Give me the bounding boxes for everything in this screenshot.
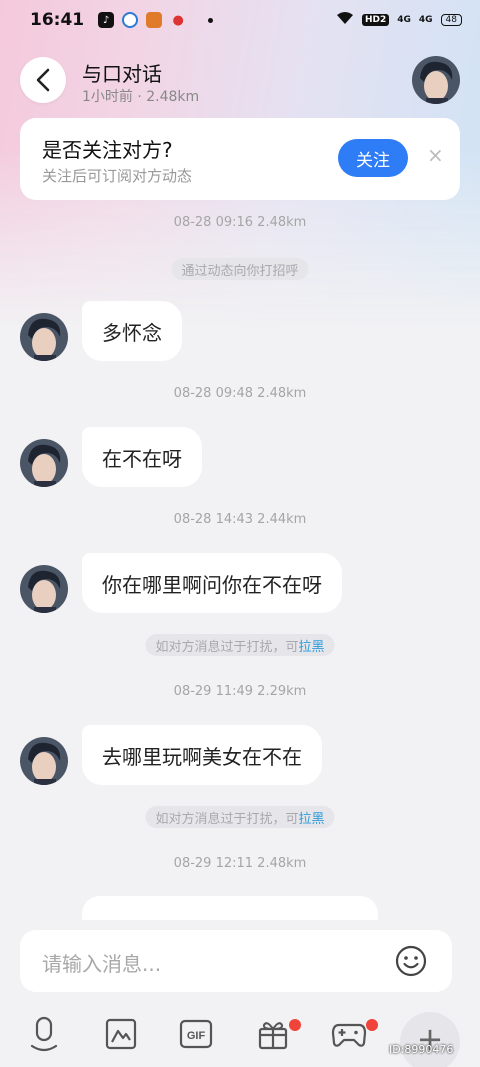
status-time: 16:41 bbox=[30, 10, 85, 30]
message-bubble[interactable]: 多怀念 bbox=[82, 301, 182, 361]
emoji-icon[interactable] bbox=[394, 944, 428, 978]
message-bubble[interactable]: 在不在呀 bbox=[82, 427, 202, 487]
location-pin-icon: ● bbox=[172, 12, 184, 28]
gift-icon bbox=[258, 1022, 288, 1050]
voice-icon bbox=[30, 1016, 58, 1052]
gift-button[interactable] bbox=[253, 1014, 293, 1054]
message-input-placeholder: 请输入消息... bbox=[42, 952, 162, 976]
app-notification-icon bbox=[122, 12, 139, 28]
gift-notification-icon bbox=[146, 12, 163, 28]
message-bubble[interactable]: 你在哪里啊问你在不在呀 bbox=[82, 553, 342, 613]
image-button[interactable] bbox=[101, 1014, 141, 1054]
signal-icon-2: 4G bbox=[418, 15, 433, 25]
sender-avatar[interactable] bbox=[20, 565, 68, 613]
follow-prompt-card: 是否关注对方? 关注后可订阅对方动态 关注 × bbox=[20, 118, 460, 200]
sender-avatar[interactable] bbox=[20, 439, 68, 487]
signal-icon: 4G bbox=[397, 15, 411, 25]
spam-notice: 如对方消息过于打扰，可 拉黑 bbox=[145, 806, 335, 828]
spam-notice-text: 如对方消息过于打扰，可 bbox=[155, 811, 299, 827]
follow-button[interactable]: 关注 bbox=[338, 139, 408, 177]
gif-button[interactable]: GIF bbox=[176, 1014, 216, 1054]
chat-partner-name: 与口对话 bbox=[82, 62, 162, 86]
follow-prompt-subtitle: 关注后可订阅对方动态 bbox=[42, 167, 193, 185]
more-notifications-icon bbox=[208, 17, 214, 23]
message-input[interactable]: 请输入消息... bbox=[20, 930, 452, 992]
hd-voice-icon: HD2 bbox=[361, 14, 390, 26]
back-button[interactable] bbox=[20, 57, 66, 103]
message-timestamp: 08-28 09:48 2.48km bbox=[173, 386, 307, 401]
status-bar: 16:41 ♪ ● HD2 4G 4G 48 bbox=[0, 0, 480, 40]
image-icon bbox=[105, 1018, 137, 1050]
game-icon bbox=[331, 1023, 367, 1047]
message-timestamp: 08-28 09:16 2.48km bbox=[173, 215, 307, 230]
chat-partner-meta: 1小时前 · 2.48km bbox=[82, 89, 200, 105]
tiktok-icon: ♪ bbox=[98, 12, 115, 28]
sender-avatar[interactable] bbox=[20, 737, 68, 785]
spam-notice-text: 如对方消息过于打扰，可 bbox=[155, 639, 299, 655]
header-avatar[interactable] bbox=[412, 56, 460, 104]
wifi-icon bbox=[336, 11, 354, 29]
message-bubble[interactable]: 去哪里玩啊美女在不在 bbox=[82, 725, 322, 785]
voice-button[interactable] bbox=[24, 1014, 64, 1054]
sender-avatar[interactable] bbox=[20, 313, 68, 361]
close-icon[interactable]: × bbox=[427, 145, 444, 165]
battery-icon: 48 bbox=[440, 14, 462, 26]
back-arrow-icon bbox=[36, 68, 50, 92]
block-link[interactable]: 拉黑 bbox=[299, 636, 325, 655]
game-notification-dot bbox=[366, 1019, 378, 1031]
system-notice: 通过动态向你打招呼 bbox=[171, 258, 309, 280]
system-notice-text: 通过动态向你打招呼 bbox=[181, 263, 299, 279]
gif-icon: GIF bbox=[179, 1019, 213, 1049]
follow-prompt-title: 是否关注对方? bbox=[42, 138, 173, 162]
block-link[interactable]: 拉黑 bbox=[299, 808, 325, 827]
watermark: ID:8990476 bbox=[389, 1043, 454, 1056]
message-timestamp: 08-29 12:11 2.48km bbox=[173, 856, 307, 871]
gift-notification-dot bbox=[289, 1019, 301, 1031]
more-button[interactable]: + bbox=[400, 1012, 460, 1067]
gif-label: GIF bbox=[187, 1030, 206, 1042]
spam-notice: 如对方消息过于打扰，可 拉黑 bbox=[145, 634, 335, 656]
message-timestamp: 08-28 14:43 2.44km bbox=[173, 512, 307, 527]
message-timestamp: 08-29 11:49 2.29km bbox=[173, 684, 307, 699]
game-button[interactable] bbox=[329, 1014, 369, 1054]
